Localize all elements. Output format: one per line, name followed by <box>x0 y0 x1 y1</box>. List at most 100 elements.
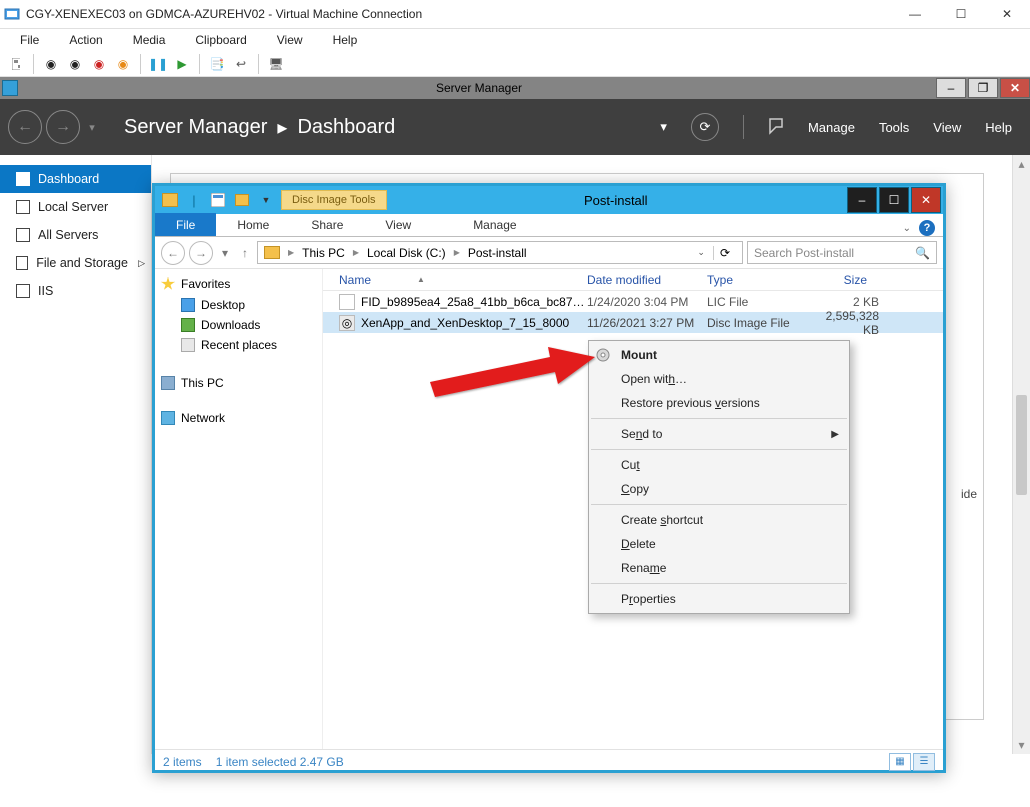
file-row-selected[interactable]: ◎ XenApp_and_XenDesktop_7_15_8000 11/26/… <box>323 312 943 333</box>
sm-header-dropdown[interactable]: ▾ <box>660 119 667 135</box>
col-date[interactable]: Date modified <box>587 273 707 287</box>
explorer-maximize-button[interactable]: ☐ <box>879 187 909 213</box>
sm-menu-manage[interactable]: Manage <box>808 120 855 135</box>
vmc-reset-button[interactable]: ▶ <box>172 54 192 74</box>
sm-menu-view[interactable]: View <box>933 120 961 135</box>
ctx-mount[interactable]: Mount <box>589 343 849 367</box>
scroll-up-icon[interactable]: ▴ <box>1013 155 1030 173</box>
sidebar-item-file-storage[interactable]: File and Storage Services▷ <box>0 249 151 277</box>
ctx-open-with[interactable]: Open with… <box>589 367 849 391</box>
tree-downloads[interactable]: Downloads <box>161 315 316 335</box>
view-details-button[interactable]: ☰ <box>913 753 935 771</box>
status-bar: 2 items 1 item selected 2.47 GB ▦ ☰ <box>155 749 943 773</box>
file-name: FID_b9895ea4_25a8_41bb_b6ca_bc87815b… <box>361 295 587 309</box>
ctx-cut[interactable]: Cut <box>589 453 849 477</box>
sidebar-item-dashboard[interactable]: Dashboard <box>0 165 151 193</box>
qat-newfolder-button[interactable] <box>231 189 253 211</box>
vmc-turnoff-button[interactable]: ◉ <box>65 54 85 74</box>
search-input[interactable]: Search Post-install 🔍 <box>747 241 937 264</box>
sm-menu-help[interactable]: Help <box>985 120 1012 135</box>
vmc-minimize-button[interactable]: — <box>892 0 938 29</box>
history-dropdown[interactable]: ▾ <box>217 242 233 264</box>
tree-desktop[interactable]: Desktop <box>161 295 316 315</box>
tree-thispc[interactable]: This PC <box>161 373 316 393</box>
ctx-create-shortcut[interactable]: Create shortcut <box>589 508 849 532</box>
col-size[interactable]: Size <box>817 273 877 287</box>
ribbon-tab-home[interactable]: Home <box>216 213 290 236</box>
vmc-save-button[interactable]: ◉ <box>113 54 133 74</box>
sm-header: ← → ▾ Server Manager ▸ Dashboard ▾ ⟳ Man… <box>0 99 1030 155</box>
vmc-shutdown-button[interactable]: ◉ <box>89 54 109 74</box>
ctx-properties[interactable]: Properties <box>589 587 849 611</box>
vmc-checkpoint-button[interactable]: 📑 <box>207 54 227 74</box>
navigation-tree: Favorites Desktop Downloads Recent place… <box>155 269 323 749</box>
vmc-pause-button[interactable]: ❚❚ <box>148 54 168 74</box>
ribbon-tab-view[interactable]: View <box>364 213 432 236</box>
tree-label: Network <box>181 411 225 425</box>
vmc-menu-view[interactable]: View <box>271 31 309 49</box>
vmc-menu-file[interactable]: File <box>14 31 45 49</box>
qat-properties-button[interactable] <box>207 189 229 211</box>
sidebar-item-all-servers[interactable]: All Servers <box>0 221 151 249</box>
vmc-close-button[interactable]: ✕ <box>984 0 1030 29</box>
ribbon-tab-file[interactable]: File <box>155 213 216 236</box>
sm-restore-button[interactable]: ❐ <box>968 78 998 98</box>
crumb-thispc[interactable]: This PC <box>302 246 345 260</box>
tree-favorites[interactable]: Favorites <box>161 277 316 291</box>
sm-minimize-button[interactable]: – <box>936 78 966 98</box>
tree-recent[interactable]: Recent places <box>161 335 316 355</box>
sidebar-item-iis[interactable]: IIS <box>0 277 151 305</box>
refresh-button[interactable]: ⟳ <box>713 246 736 260</box>
separator <box>591 449 847 450</box>
sm-forward-button[interactable]: → <box>46 110 80 144</box>
crumb-folder[interactable]: Post-install <box>468 246 527 260</box>
scroll-thumb[interactable] <box>1016 395 1027 495</box>
vmc-ctrlaltdel-button[interactable] <box>6 54 26 74</box>
vmc-menu-help[interactable]: Help <box>327 31 364 49</box>
divider <box>743 115 744 139</box>
vmc-start-button[interactable]: ◉ <box>41 54 61 74</box>
ribbon-tab-manage[interactable]: Manage <box>452 213 537 236</box>
ribbon-expand-icon[interactable]: ⌄ <box>903 223 911 234</box>
sm-back-button[interactable]: ← <box>8 110 42 144</box>
ribbon-tab-share[interactable]: Share <box>290 213 364 236</box>
sidebar-item-local-server[interactable]: Local Server <box>0 193 151 221</box>
forward-button[interactable]: → <box>189 241 213 265</box>
view-large-button[interactable]: ▦ <box>889 753 911 771</box>
back-button[interactable]: ← <box>161 241 185 265</box>
sidebar-label: Local Server <box>38 200 108 214</box>
ctx-delete[interactable]: Delete <box>589 532 849 556</box>
ctx-restore-versions[interactable]: Restore previous versions <box>589 391 849 415</box>
sidebar-label: File and Storage Services <box>36 256 130 270</box>
sm-hide-label[interactable]: ide <box>961 487 977 501</box>
up-button[interactable]: ↑ <box>237 242 253 264</box>
sm-menu-tools[interactable]: Tools <box>879 120 909 135</box>
vmc-maximize-button[interactable]: ☐ <box>938 0 984 29</box>
col-type[interactable]: Type <box>707 273 817 287</box>
column-headers[interactable]: Name▲ Date modified Type Size <box>323 269 943 291</box>
explorer-minimize-button[interactable]: – <box>847 187 877 213</box>
tree-network[interactable]: Network <box>161 411 316 425</box>
sm-breadcrumb-root[interactable]: Server Manager <box>124 116 267 139</box>
ctx-rename[interactable]: Rename <box>589 556 849 580</box>
ctx-copy[interactable]: Copy <box>589 477 849 501</box>
vmc-enhanced-button[interactable]: 🖥 <box>266 54 286 74</box>
scroll-down-icon[interactable]: ▾ <box>1013 736 1030 754</box>
vmc-menu-action[interactable]: Action <box>63 31 108 49</box>
help-icon[interactable]: ? <box>919 220 935 236</box>
sm-scrollbar[interactable]: ▴ ▾ <box>1012 155 1030 754</box>
vmc-revert-button[interactable]: ↩ <box>231 54 251 74</box>
vmc-menu-clipboard[interactable]: Clipboard <box>189 31 252 49</box>
sm-notifications-flag-icon[interactable] <box>768 117 784 138</box>
address-dropdown[interactable]: ⌄ <box>693 247 709 258</box>
crumb-drive[interactable]: Local Disk (C:) <box>367 246 446 260</box>
vmc-menu-media[interactable]: Media <box>127 31 172 49</box>
sm-nav-dropdown[interactable]: ▾ <box>84 110 100 144</box>
sm-refresh-button[interactable]: ⟳ <box>691 113 719 141</box>
explorer-titlebar[interactable]: | ▼ Disc Image Tools Post-install – ☐ ✕ <box>155 186 943 214</box>
breadcrumb-box[interactable]: ▶ This PC ▶ Local Disk (C:) ▶ Post-insta… <box>257 241 743 264</box>
explorer-close-button[interactable]: ✕ <box>911 187 941 213</box>
ctx-send-to[interactable]: Send to▶ <box>589 422 849 446</box>
qat-dropdown[interactable]: ▼ <box>255 189 277 211</box>
sm-close-button[interactable]: ✕ <box>1000 78 1030 98</box>
